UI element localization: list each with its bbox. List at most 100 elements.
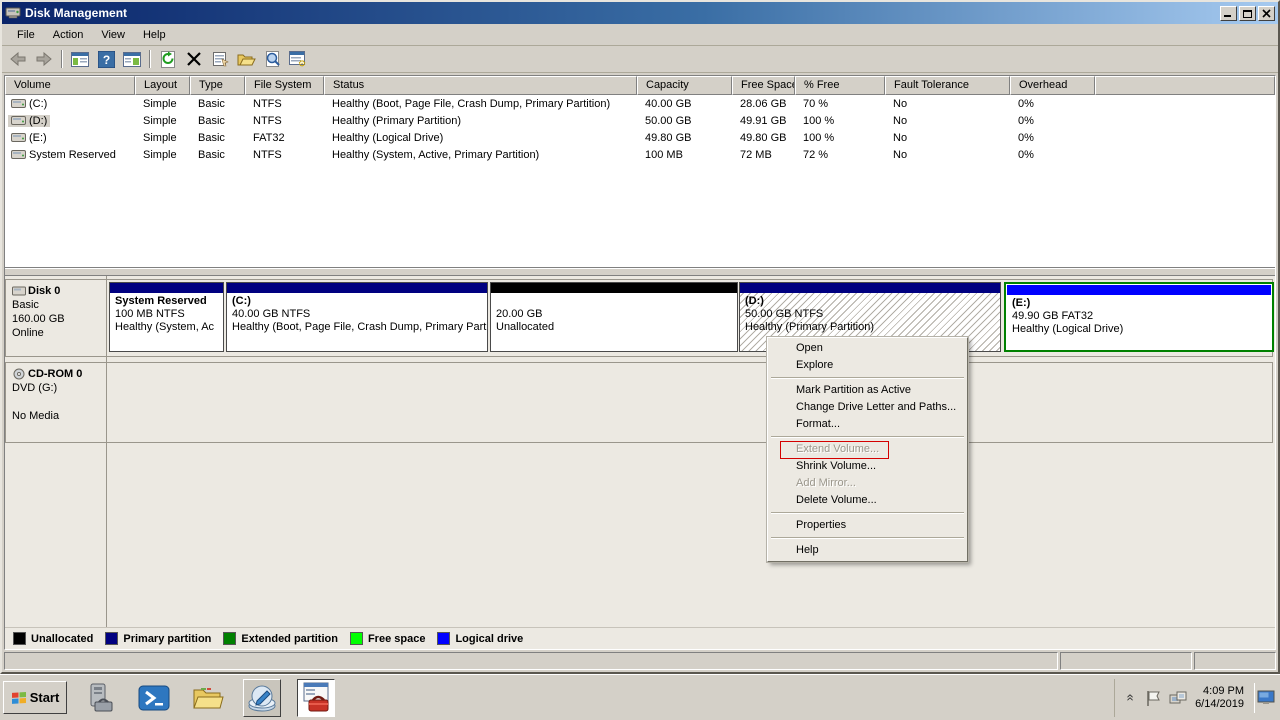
start-label: Start [30,690,60,705]
context-menu-properties[interactable]: Properties [769,517,966,534]
context-menu-help[interactable]: Help [769,542,966,559]
properties-icon[interactable] [208,48,232,70]
volume-name: (C:) [29,98,47,110]
volume-free-space: 49.80 GB [732,131,795,145]
menu-help[interactable]: Help [134,26,175,44]
context-menu-separator [771,436,964,438]
column-header-file-system[interactable]: File System [245,76,324,95]
open-folder-icon[interactable] [234,48,258,70]
context-menu-format[interactable]: Format... [769,416,966,433]
context-menu-mark-partition-active[interactable]: Mark Partition as Active [769,382,966,399]
cdrom-label[interactable]: CD-ROM 0 DVD (G:) No Media [6,363,107,442]
column-header-fault-tolerance[interactable]: Fault Tolerance [885,76,1010,95]
column-header-volume[interactable]: Volume [5,76,135,95]
volume-row-system-reserved[interactable]: System Reserved Simple Basic NTFS Health… [5,146,1275,163]
volume-fs: NTFS [245,148,324,162]
partition-title: (E:) [1012,297,1266,310]
forward-icon[interactable] [32,48,56,70]
partition-c[interactable]: (C:) 40.00 GB NTFS Healthy (Boot, Page F… [226,282,488,352]
refresh-icon[interactable] [156,48,180,70]
computer-management-icon[interactable] [297,679,335,717]
context-menu-open[interactable]: Open [769,340,966,357]
console-settings-icon[interactable]: ⚙ [286,48,310,70]
context-menu-separator [771,537,964,539]
column-header-capacity[interactable]: Capacity [637,76,732,95]
partition-stripe [1007,285,1271,295]
context-menu-extend-volume[interactable]: Extend Volume... [769,441,966,458]
partition-status: Healthy (System, Ac [115,321,218,334]
menu-view[interactable]: View [92,26,134,44]
volume-row-e[interactable]: (E:) Simple Basic FAT32 Healthy (Logical… [5,129,1275,146]
volume-name: (E:) [29,132,47,144]
help-icon[interactable]: ? [94,48,118,70]
clock[interactable]: 4:09 PM 6/14/2019 [1195,685,1246,711]
partition-stripe [110,283,223,293]
legend-label: Primary partition [123,633,211,645]
column-header-status[interactable]: Status [324,76,637,95]
partition-system-reserved[interactable]: System Reserved 100 MB NTFS Healthy (Sys… [109,282,224,352]
column-header-pct-free[interactable]: % Free [795,76,885,95]
legend-bar: Unallocated Primary partition Extended p… [5,627,1275,649]
disk-management-window: Disk Management File Action View Help [0,0,1280,674]
pane-splitter[interactable] [5,268,1275,276]
volume-type: Basic [190,148,245,162]
menu-file[interactable]: File [8,26,44,44]
column-header-type[interactable]: Type [190,76,245,95]
powershell-icon[interactable] [135,679,173,717]
disk-tool-icon[interactable] [243,679,281,717]
volume-status: Healthy (Logical Drive) [324,131,637,145]
context-menu-delete-volume[interactable]: Delete Volume... [769,492,966,509]
volume-icon [11,149,26,160]
action-pane-icon[interactable] [120,48,144,70]
context-menu-change-drive-letter[interactable]: Change Drive Letter and Paths... [769,399,966,416]
volume-fs: NTFS [245,114,324,128]
volume-layout: Simple [135,97,190,111]
status-panel [1194,652,1276,670]
titlebar: Disk Management [2,2,1278,24]
column-header-free-space[interactable]: Free Space [732,76,795,95]
show-desktop-button[interactable] [1254,683,1276,713]
column-header-layout[interactable]: Layout [135,76,190,95]
app-icon [5,5,21,21]
delete-icon[interactable] [182,48,206,70]
volume-row-c[interactable]: (C:) Simple Basic NTFS Healthy (Boot, Pa… [5,95,1275,112]
status-bar [4,650,1276,670]
volume-status: Healthy (System, Active, Primary Partiti… [324,148,637,162]
minimize-button[interactable] [1220,6,1237,21]
file-explorer-icon[interactable] [189,679,227,717]
find-icon[interactable] [260,48,284,70]
volume-icon [11,98,26,109]
volume-fault-tolerance: No [885,114,1010,128]
column-header-filler [1095,76,1275,95]
server-manager-icon[interactable] [81,679,119,717]
partition-context-menu: Open Explore Mark Partition as Active Ch… [767,337,968,562]
start-button[interactable]: Start [3,681,67,714]
partition-e[interactable]: (E:) 49.90 GB FAT32 Healthy (Logical Dri… [1004,282,1274,352]
volume-fs: NTFS [245,97,324,111]
partition-info: 20.00 GB [496,308,732,321]
volume-capacity: 100 MB [637,148,732,162]
console-tree-icon[interactable] [68,48,92,70]
volume-fault-tolerance: No [885,131,1010,145]
menu-action[interactable]: Action [44,26,93,44]
svg-text:?: ? [102,53,109,67]
back-icon[interactable] [6,48,30,70]
system-tray: « 4:09 PM 6/14/2019 [1114,679,1280,717]
legend-swatch [223,632,236,645]
disk0-label[interactable]: Disk 0 Basic 160.00 GB Online [6,280,107,356]
network-icon[interactable] [1169,690,1187,706]
action-center-flag-icon[interactable] [1145,689,1161,707]
status-panel [4,652,1058,670]
volume-capacity: 40.00 GB [637,97,732,111]
context-menu-explore[interactable]: Explore [769,357,966,374]
volume-row-d[interactable]: (D:) Simple Basic NTFS Healthy (Primary … [5,112,1275,129]
column-header-overhead[interactable]: Overhead [1010,76,1095,95]
partition-status: Healthy (Primary Partition) [745,321,995,334]
context-menu-add-mirror[interactable]: Add Mirror... [769,475,966,492]
context-menu-shrink-volume[interactable]: Shrink Volume... [769,458,966,475]
maximize-button[interactable] [1239,6,1256,21]
close-button[interactable] [1258,6,1275,21]
partition-unallocated[interactable]: 20.00 GB Unallocated [490,282,738,352]
volume-pct-free: 72 % [795,148,885,162]
tray-expand-icon[interactable]: « [1124,692,1139,704]
